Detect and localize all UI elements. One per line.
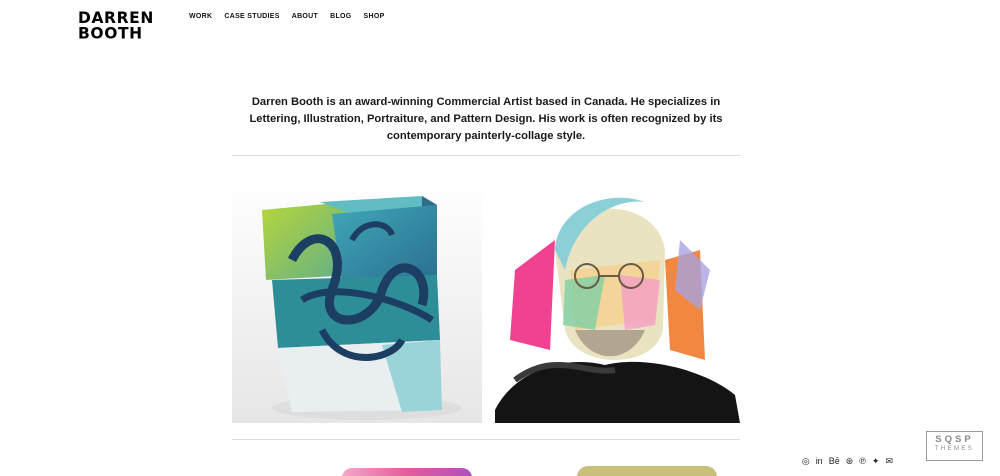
intro-text: Darren Booth is an award-winning Commerc… xyxy=(249,96,723,142)
badge-line-2: THEMES xyxy=(934,446,975,452)
twitter-icon[interactable]: ✦ xyxy=(872,456,880,466)
instagram-icon[interactable]: ◎ xyxy=(802,456,810,466)
main-nav: WORK CASE STUDIES ABOUT BLOG SHOP xyxy=(189,13,385,20)
site-logo[interactable]: DARREN BOOTH xyxy=(78,10,160,43)
portrait-icon xyxy=(495,180,740,423)
preview-art-right xyxy=(577,466,717,476)
gallery-row-next-preview xyxy=(232,462,740,476)
behance-icon[interactable]: Bē xyxy=(829,456,840,466)
pinterest-icon[interactable]: ℗ xyxy=(859,456,866,466)
nav-item-about[interactable]: ABOUT xyxy=(292,13,318,20)
dribbble-icon[interactable]: ⊛ xyxy=(846,456,854,466)
nav-item-case-studies[interactable]: CASE STUDIES xyxy=(224,13,279,20)
sqsp-themes-badge[interactable]: SQSP THEMES xyxy=(926,431,983,461)
preview-art-left xyxy=(342,468,472,476)
gallery-item-portrait[interactable] xyxy=(495,180,740,423)
nav-item-work[interactable]: WORK xyxy=(189,13,212,20)
badge-line-1: SQSP xyxy=(935,434,974,445)
divider-bottom xyxy=(232,439,740,440)
linkedin-icon[interactable]: in xyxy=(816,456,823,466)
email-icon[interactable]: ✉ xyxy=(885,456,893,466)
nav-item-shop[interactable]: SHOP xyxy=(364,13,385,20)
nav-item-blog[interactable]: BLOG xyxy=(330,13,351,20)
social-links: ◎ in Bē ⊛ ℗ ✦ ✉ xyxy=(802,456,893,466)
divider-top xyxy=(232,155,740,156)
logo-line-2: BOOTH xyxy=(78,23,143,43)
lettering-cube-icon xyxy=(232,180,482,423)
gallery-item-lettering-cube[interactable] xyxy=(232,180,482,423)
